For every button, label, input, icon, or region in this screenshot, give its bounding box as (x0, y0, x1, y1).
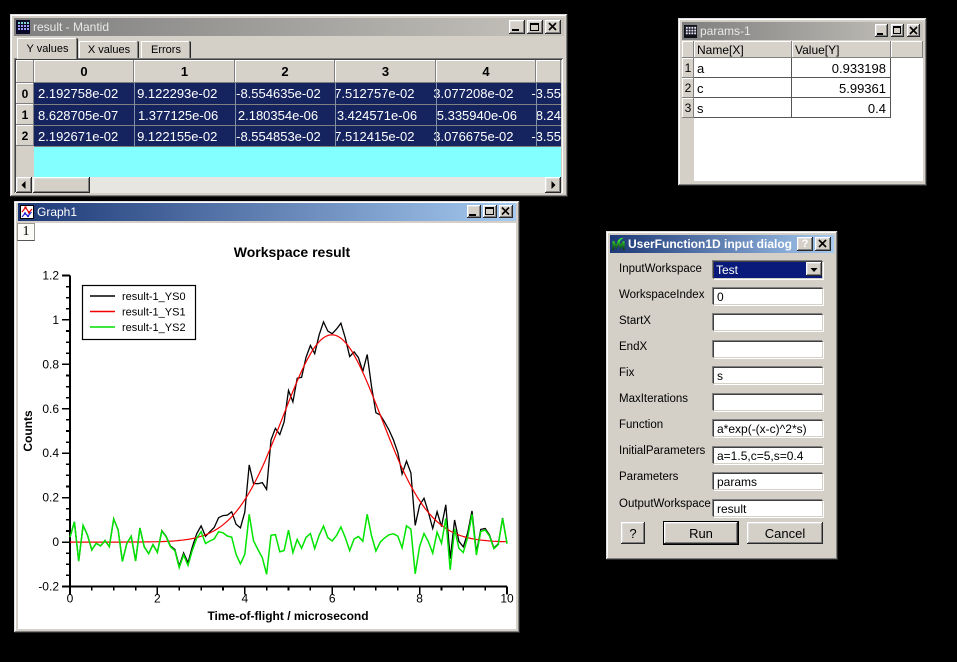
svg-text:1: 1 (52, 313, 59, 327)
svg-text:6: 6 (329, 592, 336, 606)
svg-text:result-1_YS0: result-1_YS0 (122, 291, 186, 303)
svg-text:-0.2: -0.2 (38, 580, 59, 594)
svg-text:8: 8 (416, 592, 423, 606)
svg-text:result-1_YS1: result-1_YS1 (122, 307, 186, 319)
svg-text:10: 10 (500, 592, 514, 606)
svg-text:Counts: Counts (21, 410, 35, 452)
svg-text:Time-of-flight / microsecond: Time-of-flight / microsecond (207, 609, 368, 623)
svg-text:0.8: 0.8 (42, 357, 59, 371)
svg-text:result-1_YS2: result-1_YS2 (122, 322, 186, 334)
svg-text:4: 4 (241, 592, 248, 606)
svg-text:0: 0 (67, 592, 74, 606)
svg-text:0.2: 0.2 (42, 491, 59, 505)
svg-text:Workspace result: Workspace result (234, 244, 351, 260)
svg-text:0.4: 0.4 (42, 446, 59, 460)
svg-text:2: 2 (154, 592, 161, 606)
svg-text:0.6: 0.6 (42, 402, 59, 416)
svg-text:0: 0 (52, 535, 59, 549)
svg-text:1.2: 1.2 (42, 269, 59, 283)
